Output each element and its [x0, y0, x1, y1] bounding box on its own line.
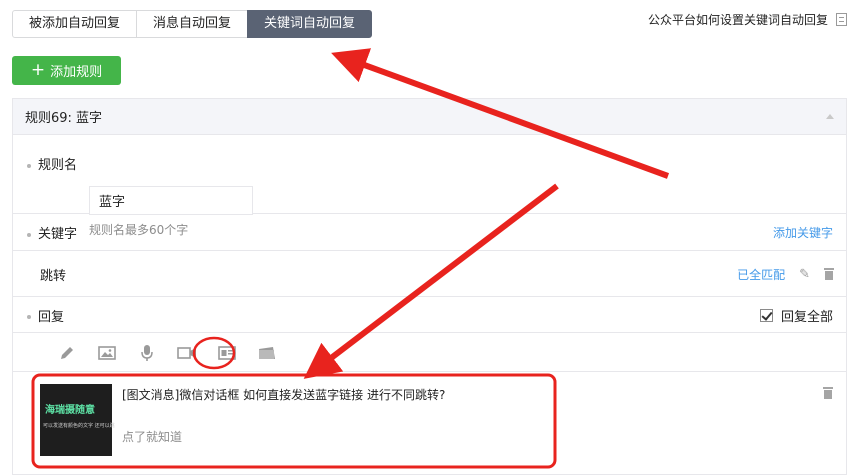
rule-name-input[interactable] — [89, 186, 253, 215]
image-icon[interactable] — [87, 338, 127, 368]
keyword-tools: 已全匹配 ✎ — [737, 266, 834, 283]
pencil-icon[interactable] — [47, 338, 87, 368]
bullet-dot — [27, 232, 31, 237]
add-keyword-link[interactable]: 添加关键字 — [773, 224, 833, 241]
news-thumbnail: 海瑞摄随意 可以发送有颜色的文字 还可以跳 — [40, 384, 115, 456]
plus-icon: + — [30, 60, 46, 80]
keyword-value: 跳转 — [40, 268, 67, 284]
bullet-dot — [27, 315, 31, 319]
video-icon[interactable] — [167, 338, 207, 368]
add-rule-label: 添加规则 — [50, 65, 103, 80]
reply-news-description: 点了就知道 — [122, 430, 183, 444]
reply-all-toggle[interactable]: 回复全部 — [759, 306, 833, 325]
keyword-item: 跳转 已全匹配 ✎ — [13, 252, 846, 297]
tab-keyword-reply[interactable]: 关键词自动回复 — [247, 10, 373, 38]
rule-name-row: 规则名 规则名最多60个字 — [13, 136, 846, 237]
keyword-label: 关键字 — [27, 223, 77, 242]
reply-label-text: 回复 — [38, 309, 65, 325]
match-mode-link[interactable]: 已全匹配 — [737, 266, 785, 283]
rule-panel: 规则69: 蓝字 规则名 规则名最多60个字 关键字 添加关键字 跳转 已全匹配… — [12, 98, 847, 475]
help-link-text[interactable]: 公众平台如何设置关键词自动回复 — [648, 11, 828, 28]
rule-name-label: 规则名 — [27, 154, 77, 173]
reply-row: 回复 回复全部 — [13, 298, 846, 333]
reply-news-title[interactable]: [图文消息]微信对话框 如何直接发送蓝字链接 进行不同跳转? — [122, 386, 445, 403]
thumbnail-subtitle: 可以发送有颜色的文字 还可以跳 — [43, 423, 115, 429]
add-rule-button[interactable]: + 添加规则 — [12, 56, 121, 85]
delete-reply-trash-icon[interactable] — [823, 387, 833, 399]
edit-keyword-pencil-icon[interactable]: ✎ — [799, 267, 810, 282]
tab-follow-reply[interactable]: 被添加自动回复 — [12, 10, 138, 38]
reply-all-checkbox[interactable] — [759, 308, 773, 322]
rule-title: 规则69: 蓝字 — [25, 111, 103, 126]
rule-panel-header[interactable]: 规则69: 蓝字 — [13, 99, 846, 135]
thumbnail-title: 海瑞摄随意 — [45, 405, 95, 416]
bullet-dot — [27, 163, 31, 168]
card-icon[interactable] — [247, 338, 287, 368]
delete-keyword-trash-icon[interactable] — [824, 268, 834, 280]
document-icon — [836, 13, 847, 26]
keyword-label-text: 关键字 — [38, 227, 78, 242]
microphone-icon[interactable] — [127, 338, 167, 368]
keyword-row: 关键字 添加关键字 — [13, 215, 846, 251]
reply-all-label: 回复全部 — [780, 309, 833, 325]
rule-name-label-text: 规则名 — [38, 158, 78, 173]
help-link[interactable]: 公众平台如何设置关键词自动回复 — [648, 11, 847, 28]
reply-type-toolbar — [13, 334, 846, 372]
tab-message-reply[interactable]: 消息自动回复 — [136, 10, 249, 38]
news-article-icon[interactable] — [207, 338, 247, 368]
reply-label: 回复 — [27, 306, 64, 325]
collapse-caret-icon[interactable] — [826, 114, 834, 119]
reply-type-tabs: 被添加自动回复 消息自动回复 关键词自动回复 — [12, 10, 373, 38]
